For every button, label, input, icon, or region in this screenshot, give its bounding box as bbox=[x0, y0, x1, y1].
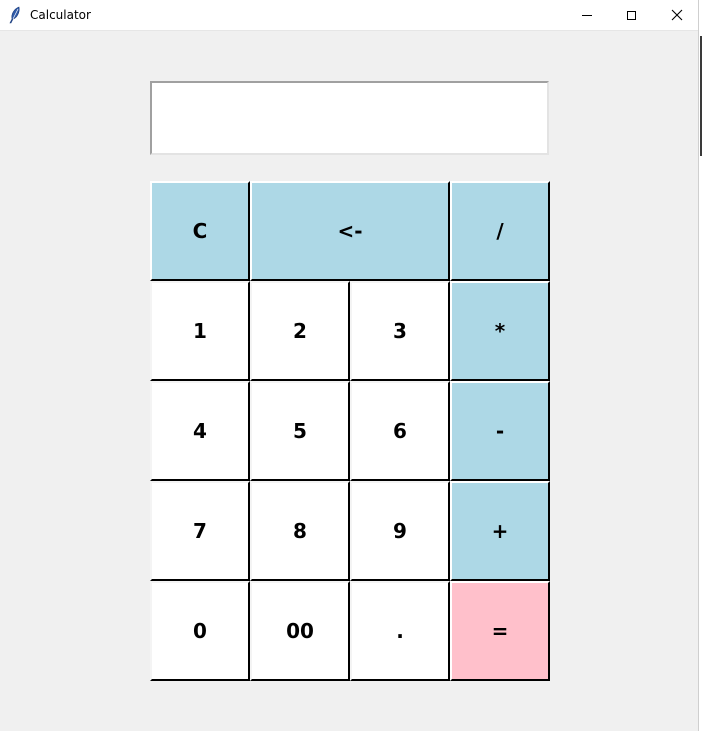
equals-button[interactable]: = bbox=[450, 581, 550, 681]
digit-5-button[interactable]: 5 bbox=[250, 381, 350, 481]
close-icon bbox=[671, 9, 683, 21]
minimize-button[interactable] bbox=[564, 0, 610, 30]
decimal-point-button[interactable]: . bbox=[350, 581, 450, 681]
multiply-button[interactable]: * bbox=[450, 281, 550, 381]
digit-0-button[interactable]: 0 bbox=[150, 581, 250, 681]
digit-6-button[interactable]: 6 bbox=[350, 381, 450, 481]
digit-3-button[interactable]: 3 bbox=[350, 281, 450, 381]
backspace-button[interactable]: <- bbox=[250, 181, 450, 281]
digit-7-button[interactable]: 7 bbox=[150, 481, 250, 581]
divide-button[interactable]: / bbox=[450, 181, 550, 281]
calculator-display[interactable] bbox=[150, 81, 549, 155]
window-title: Calculator bbox=[30, 8, 91, 22]
digit-4-button[interactable]: 4 bbox=[150, 381, 250, 481]
minimize-icon bbox=[582, 14, 592, 16]
subtract-button[interactable]: - bbox=[450, 381, 550, 481]
digit-8-button[interactable]: 8 bbox=[250, 481, 350, 581]
maximize-icon bbox=[626, 10, 636, 20]
double-zero-button[interactable]: 00 bbox=[250, 581, 350, 681]
feather-icon bbox=[9, 6, 20, 24]
digit-1-button[interactable]: 1 bbox=[150, 281, 250, 381]
digit-9-button[interactable]: 9 bbox=[350, 481, 450, 581]
digit-2-button[interactable]: 2 bbox=[250, 281, 350, 381]
clear-button[interactable]: C bbox=[150, 181, 250, 281]
calculator-window: Calculator C <- / 1 2 3 * 4 5 6 - 7 8 9 … bbox=[0, 0, 699, 731]
title-bar[interactable]: Calculator bbox=[0, 0, 698, 31]
maximize-button[interactable] bbox=[608, 0, 654, 30]
close-button[interactable] bbox=[654, 0, 700, 30]
add-button[interactable]: + bbox=[450, 481, 550, 581]
